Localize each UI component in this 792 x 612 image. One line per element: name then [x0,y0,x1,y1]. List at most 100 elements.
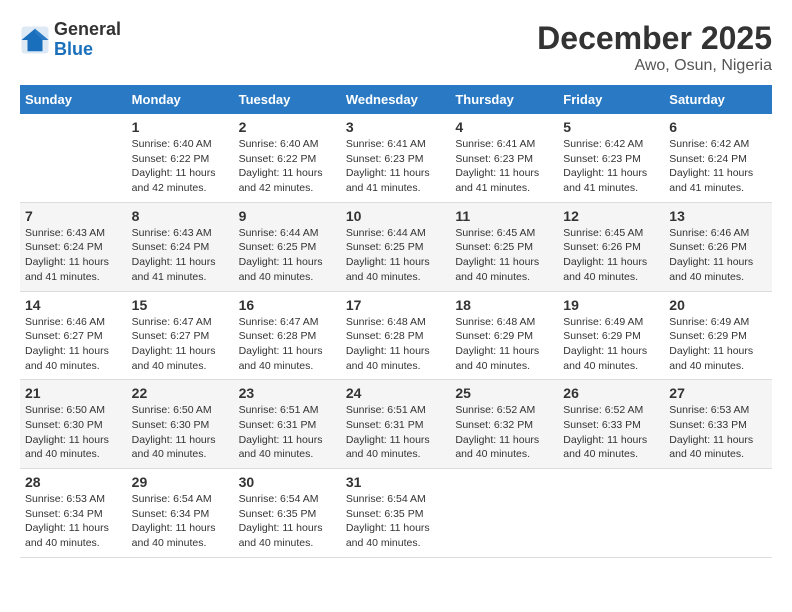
cell-info: Sunrise: 6:40 AMSunset: 6:22 PMDaylight:… [132,137,229,196]
cell-info: Sunrise: 6:53 AMSunset: 6:34 PMDaylight:… [25,492,122,551]
calendar-cell: 8 Sunrise: 6:43 AMSunset: 6:24 PMDaylight… [127,202,234,291]
calendar-cell: 18 Sunrise: 6:48 AMSunset: 6:29 PMDayligh… [450,291,558,380]
header-cell-friday: Friday [558,85,664,114]
day-number: 7 [25,208,122,224]
week-row-2: 7 Sunrise: 6:43 AMSunset: 6:24 PMDaylight… [20,202,772,291]
day-number: 3 [346,119,446,135]
day-number: 23 [239,385,336,401]
calendar-cell: 21Sunrise: 6:50 AMSunset: 6:30 PMDayligh… [20,380,127,469]
cell-info: Sunrise: 6:52 AMSunset: 6:32 PMDaylight:… [455,403,553,462]
calendar-cell: 5 Sunrise: 6:42 AMSunset: 6:23 PMDaylight… [558,114,664,202]
day-number: 4 [455,119,553,135]
day-number: 28 [25,474,122,490]
month-title: December 2025 [537,20,772,57]
header-row: SundayMondayTuesdayWednesdayThursdayFrid… [20,85,772,114]
cell-info: Sunrise: 6:50 AMSunset: 6:30 PMDaylight:… [132,403,229,462]
calendar-cell: 25 Sunrise: 6:52 AMSunset: 6:32 PMDayligh… [450,380,558,469]
calendar-cell: 13 Sunrise: 6:46 AMSunset: 6:26 PMDayligh… [664,202,772,291]
day-number: 20 [669,297,767,313]
calendar-cell: 19 Sunrise: 6:49 AMSunset: 6:29 PMDayligh… [558,291,664,380]
calendar-header: SundayMondayTuesdayWednesdayThursdayFrid… [20,85,772,114]
logo-icon [20,25,50,55]
week-row-3: 14 Sunrise: 6:46 AMSunset: 6:27 PMDayligh… [20,291,772,380]
cell-info: Sunrise: 6:41 AMSunset: 6:23 PMDaylight:… [455,137,553,196]
cell-info: Sunrise: 6:42 AMSunset: 6:24 PMDaylight:… [669,137,767,196]
header-cell-wednesday: Wednesday [341,85,451,114]
logo-text: General Blue [54,20,121,60]
cell-info: Sunrise: 6:49 AMSunset: 6:29 PMDaylight:… [669,315,767,374]
cell-info: Sunrise: 6:40 AMSunset: 6:22 PMDaylight:… [239,137,336,196]
calendar-cell: 11 Sunrise: 6:45 AMSunset: 6:25 PMDayligh… [450,202,558,291]
header-cell-thursday: Thursday [450,85,558,114]
cell-info: Sunrise: 6:48 AMSunset: 6:28 PMDaylight:… [346,315,446,374]
cell-info: Sunrise: 6:43 AMSunset: 6:24 PMDaylight:… [132,226,229,285]
day-number: 30 [239,474,336,490]
day-number: 18 [455,297,553,313]
header-cell-saturday: Saturday [664,85,772,114]
cell-info: Sunrise: 6:43 AMSunset: 6:24 PMDaylight:… [25,226,122,285]
header-cell-tuesday: Tuesday [234,85,341,114]
day-number: 16 [239,297,336,313]
day-number: 17 [346,297,446,313]
calendar-cell: 12Sunrise: 6:45 AMSunset: 6:26 PMDayligh… [558,202,664,291]
calendar-cell: 2 Sunrise: 6:40 AMSunset: 6:22 PMDaylight… [234,114,341,202]
calendar-cell: 4 Sunrise: 6:41 AMSunset: 6:23 PMDaylight… [450,114,558,202]
header-cell-monday: Monday [127,85,234,114]
day-number: 5 [563,119,659,135]
calendar-cell: 20 Sunrise: 6:49 AMSunset: 6:29 PMDayligh… [664,291,772,380]
calendar-cell: 26 Sunrise: 6:52 AMSunset: 6:33 PMDayligh… [558,380,664,469]
cell-info: Sunrise: 6:49 AMSunset: 6:29 PMDaylight:… [563,315,659,374]
day-number: 9 [239,208,336,224]
cell-info: Sunrise: 6:42 AMSunset: 6:23 PMDaylight:… [563,137,659,196]
cell-info: Sunrise: 6:44 AMSunset: 6:25 PMDaylight:… [239,226,336,285]
calendar-cell [450,469,558,558]
cell-info: Sunrise: 6:47 AMSunset: 6:28 PMDaylight:… [239,315,336,374]
cell-info: Sunrise: 6:45 AMSunset: 6:25 PMDaylight:… [455,226,553,285]
cell-info: Sunrise: 6:53 AMSunset: 6:33 PMDaylight:… [669,403,767,462]
day-number: 27 [669,385,767,401]
logo: General Blue [20,20,121,60]
title-block: December 2025 Awo, Osun, Nigeria [537,20,772,75]
day-number: 29 [132,474,229,490]
cell-info: Sunrise: 6:54 AMSunset: 6:35 PMDaylight:… [346,492,446,551]
calendar-cell: 31 Sunrise: 6:54 AMSunset: 6:35 PMDayligh… [341,469,451,558]
week-row-1: 1 Sunrise: 6:40 AMSunset: 6:22 PMDaylight… [20,114,772,202]
cell-info: Sunrise: 6:50 AMSunset: 6:30 PMDaylight:… [25,403,122,462]
day-number: 15 [132,297,229,313]
page-header: General Blue December 2025 Awo, Osun, Ni… [20,20,772,75]
day-number: 11 [455,208,553,224]
cell-info: Sunrise: 6:46 AMSunset: 6:26 PMDaylight:… [669,226,767,285]
cell-info: Sunrise: 6:54 AMSunset: 6:34 PMDaylight:… [132,492,229,551]
location-text: Awo, Osun, Nigeria [537,57,772,75]
calendar-table: SundayMondayTuesdayWednesdayThursdayFrid… [20,85,772,558]
cell-info: Sunrise: 6:52 AMSunset: 6:33 PMDaylight:… [563,403,659,462]
calendar-cell: 30Sunrise: 6:54 AMSunset: 6:35 PMDayligh… [234,469,341,558]
day-number: 26 [563,385,659,401]
calendar-cell: 1 Sunrise: 6:40 AMSunset: 6:22 PMDaylight… [127,114,234,202]
day-number: 14 [25,297,122,313]
calendar-cell: 6Sunrise: 6:42 AMSunset: 6:24 PMDaylight… [664,114,772,202]
day-number: 25 [455,385,553,401]
cell-info: Sunrise: 6:47 AMSunset: 6:27 PMDaylight:… [132,315,229,374]
day-number: 1 [132,119,229,135]
day-number: 8 [132,208,229,224]
calendar-body: 1 Sunrise: 6:40 AMSunset: 6:22 PMDaylight… [20,114,772,557]
day-number: 2 [239,119,336,135]
calendar-cell: 17 Sunrise: 6:48 AMSunset: 6:28 PMDayligh… [341,291,451,380]
day-number: 19 [563,297,659,313]
calendar-cell: 3Sunrise: 6:41 AMSunset: 6:23 PMDaylight… [341,114,451,202]
logo-general-text: General [54,20,121,40]
day-number: 13 [669,208,767,224]
cell-info: Sunrise: 6:48 AMSunset: 6:29 PMDaylight:… [455,315,553,374]
cell-info: Sunrise: 6:45 AMSunset: 6:26 PMDaylight:… [563,226,659,285]
calendar-cell: 7 Sunrise: 6:43 AMSunset: 6:24 PMDaylight… [20,202,127,291]
calendar-cell: 23Sunrise: 6:51 AMSunset: 6:31 PMDayligh… [234,380,341,469]
cell-info: Sunrise: 6:46 AMSunset: 6:27 PMDaylight:… [25,315,122,374]
calendar-cell: 28 Sunrise: 6:53 AMSunset: 6:34 PMDayligh… [20,469,127,558]
day-number: 24 [346,385,446,401]
calendar-cell: 22Sunrise: 6:50 AMSunset: 6:30 PMDayligh… [127,380,234,469]
logo-blue-text: Blue [54,40,121,60]
day-number: 31 [346,474,446,490]
week-row-4: 21Sunrise: 6:50 AMSunset: 6:30 PMDayligh… [20,380,772,469]
calendar-cell [664,469,772,558]
